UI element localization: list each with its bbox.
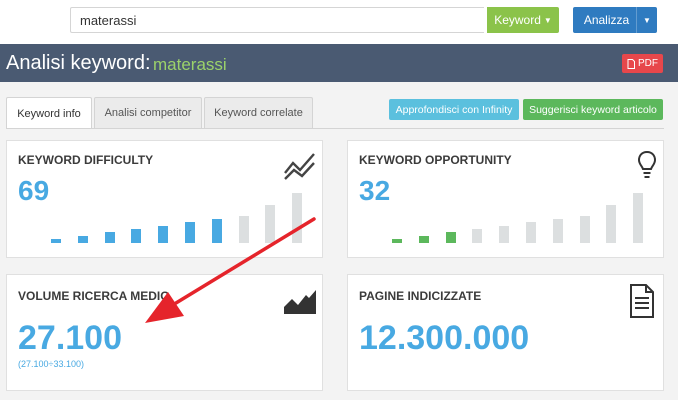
red-arrow-annotation [145, 217, 316, 323]
